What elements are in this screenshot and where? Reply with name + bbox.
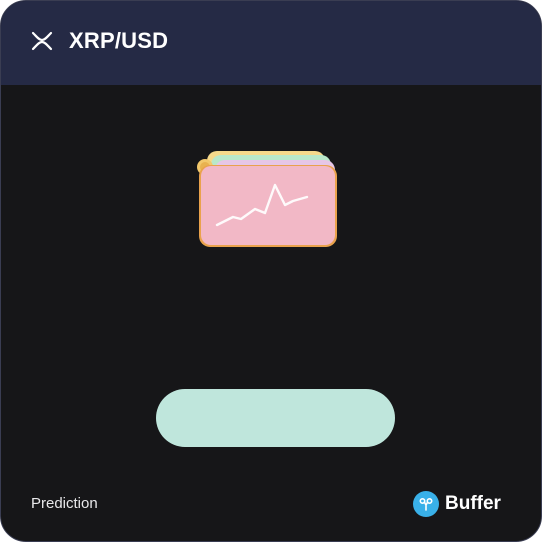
card-header: XRP/USD: [1, 1, 541, 85]
brand: Buffer: [413, 491, 501, 517]
prediction-card: XRP/USD Prediction Buffer: [0, 0, 542, 542]
brand-name: Buffer: [445, 493, 501, 514]
xrp-icon: [31, 31, 53, 51]
pair-title: XRP/USD: [69, 28, 169, 53]
prediction-pill-button[interactable]: [156, 389, 395, 447]
chart-card-illustration: [197, 151, 337, 247]
buffer-logo-icon: [413, 491, 439, 517]
prediction-label: Prediction: [31, 495, 98, 512]
